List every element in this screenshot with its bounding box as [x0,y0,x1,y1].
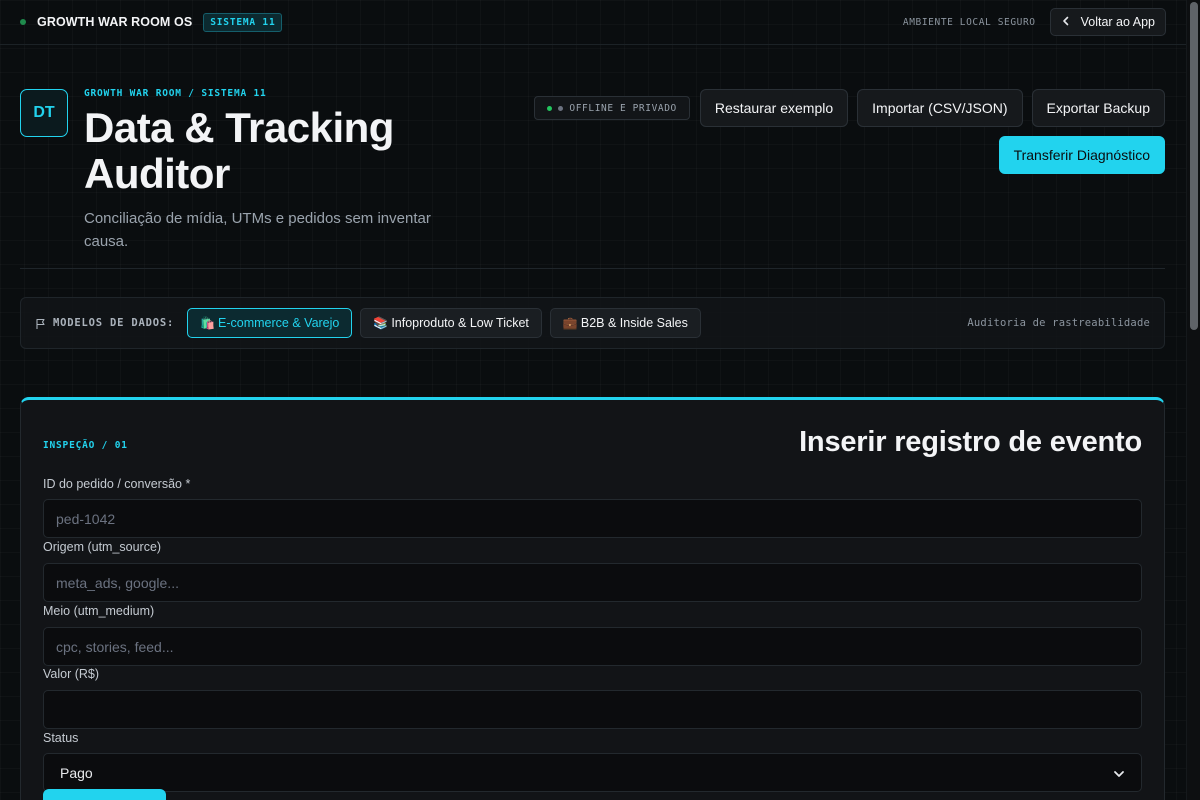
card-title: Inserir registro de evento [799,426,1142,458]
utm-medium-label: Meio (utm_medium) [43,604,155,618]
model-chip-b2b[interactable]: 💼 B2B & Inside Sales [549,308,701,338]
offline-status-label: OFFLINE E PRIVADO [569,102,677,114]
data-models-label: MODELOS DE DADOS: [53,317,175,329]
system-badge: SISTEMA 11 [203,12,283,32]
offline-dot-icon [558,105,564,111]
status-dot-icon [20,19,26,25]
flag-icon [35,317,47,329]
top-bar: GROWTH WAR ROOM OS SISTEMA 11 AMBIENTE L… [0,0,1186,45]
books-icon: 📚 [373,316,389,330]
submit-event-button[interactable] [43,789,166,800]
import-button[interactable]: Importar (CSV/JSON) [857,89,1023,127]
page-subtitle: Conciliação de mídia, UTMs e pedidos sem… [84,210,431,250]
scrollbar-thumb[interactable] [1190,2,1198,330]
title-block: GROWTH WAR ROOM / SISTEMA 11 Data & Trac… [84,88,484,253]
amount-input[interactable] [43,690,1142,729]
amount-label: Valor (R$) [43,667,100,681]
model-chip-infoproduct[interactable]: 📚 Infoproduto & Low Ticket [360,308,542,338]
utm-medium-input[interactable] [43,627,1142,666]
status-selected-value: Pago [60,764,93,781]
card-header: INSPEÇÃO / 01 Inserir registro de evento [43,426,1142,466]
header-actions: OFFLINE E PRIVADO Restaurar exemplo Impo… [525,89,1165,174]
app-logo: DT [20,89,68,137]
model-chip-label: B2B & Inside Sales [580,316,688,330]
page-title-line2: Auditor [84,150,230,197]
utm-source-input[interactable] [43,563,1142,602]
header-divider [20,268,1165,269]
model-chip-ecommerce[interactable]: 🛍️ E-commerce & Varejo [187,308,353,338]
order-id-label: ID do pedido / conversão * [43,477,191,491]
environment-label: AMBIENTE LOCAL SEGURO [902,16,1036,28]
event-entry-card: INSPEÇÃO / 01 Inserir registro de evento… [20,397,1165,800]
chevron-down-icon [1113,767,1125,779]
data-models-bar: MODELOS DE DADOS: 🛍️ E-commerce & Varejo… [20,297,1165,349]
restore-example-button[interactable]: Restaurar exemplo [699,89,849,127]
offline-status-badge: OFFLINE E PRIVADO [534,96,690,120]
transfer-diagnostic-button[interactable]: Transferir Diagnóstico [998,136,1165,174]
shopping-bags-icon: 🛍️ [200,316,216,330]
online-dot-icon [547,105,553,111]
status-label: Status [43,731,79,745]
chevron-left-icon [1061,16,1071,29]
model-chip-label: E-commerce & Varejo [218,316,340,330]
breadcrumb: GROWTH WAR ROOM / SISTEMA 11 [84,88,267,99]
export-backup-button[interactable]: Exportar Backup [1031,89,1165,127]
page-title: Data & Tracking Auditor [84,105,484,197]
status-select[interactable]: Pago [43,753,1142,792]
topbar-right: AMBIENTE LOCAL SEGURO Voltar ao App [903,8,1166,36]
model-chip-label: Infoproduto & Low Ticket [391,316,529,330]
page-scrollbar[interactable] [1186,0,1200,800]
brand-name: GROWTH WAR ROOM OS [37,15,193,29]
briefcase-icon: 💼 [562,316,578,330]
back-to-app-button[interactable]: Voltar ao App [1049,8,1166,36]
header-actions-row2: Transferir Diagnóstico [525,136,1165,174]
section-label: INSPEÇÃO / 01 [43,440,128,451]
utm-source-label: Origem (utm_source) [43,540,162,554]
traceability-audit-label: Auditoria de rastreabilidade [967,317,1150,329]
back-button-label: Voltar ao App [1080,15,1155,29]
header-actions-row: OFFLINE E PRIVADO Restaurar exemplo Impo… [525,89,1165,127]
page-title-line1: Data & Tracking [84,104,394,151]
order-id-input[interactable] [43,499,1142,538]
